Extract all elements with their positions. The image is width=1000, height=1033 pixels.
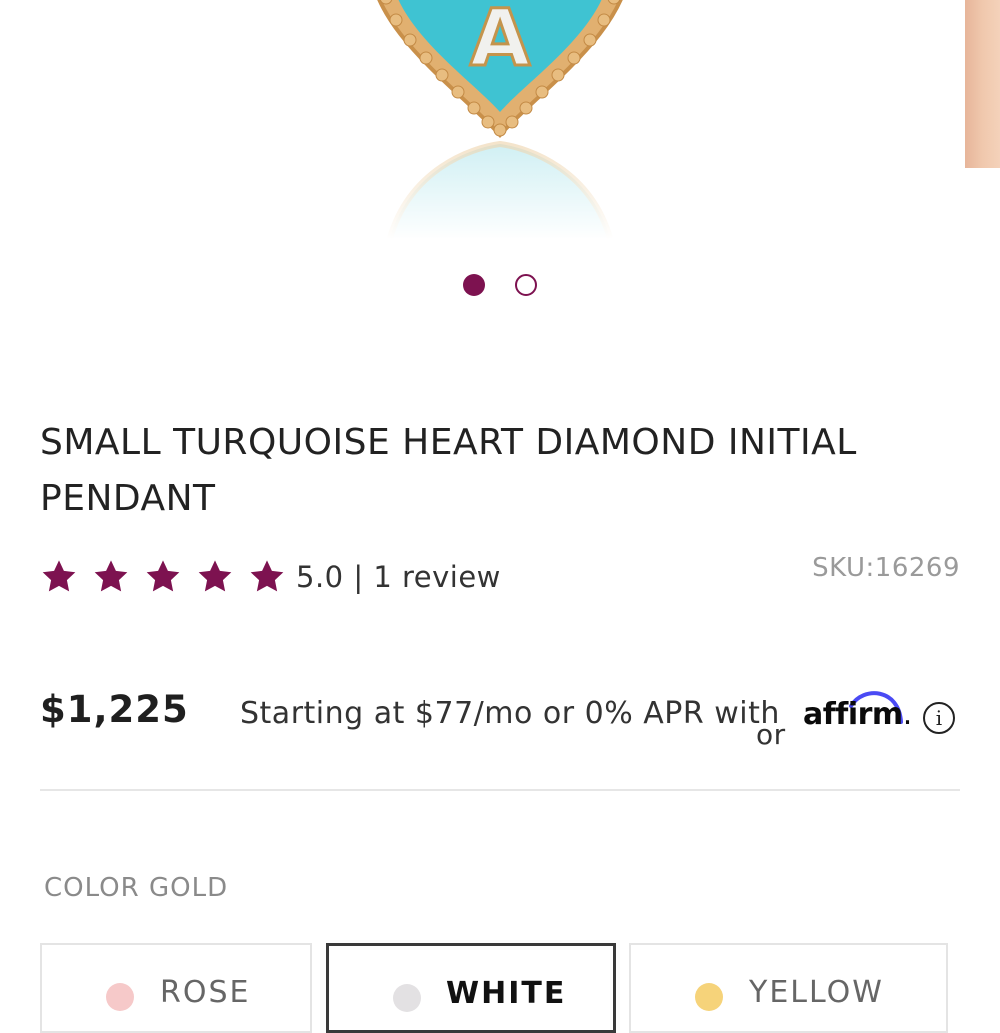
affirm-suffix: . (902, 697, 913, 732)
financing-message: Starting at $77/mo or 0% APR with or (240, 696, 785, 751)
star-icon (198, 560, 232, 592)
star-icon (146, 560, 180, 592)
rating-summary[interactable]: 5.0 | 1 review (296, 560, 501, 594)
color-label: COLOR GOLD (44, 873, 229, 903)
product-title-line-2: PENDANT (40, 478, 216, 519)
color-option-label: ROSE (160, 975, 251, 1010)
heart-pendant-image: A (370, 0, 630, 240)
color-option-label: WHITE (446, 976, 567, 1011)
gallery-dot-1-active[interactable] (463, 274, 485, 296)
affirm-wordmark: affirm. (803, 697, 912, 732)
financing-text: Starting at $77/mo or 0% APR with (240, 696, 780, 731)
gallery-dot-2[interactable] (515, 274, 537, 296)
color-option-yellow[interactable]: YELLOW (629, 943, 948, 1033)
product-price: $1,225 (40, 688, 189, 731)
color-option-label: YELLOW (749, 975, 884, 1010)
pendant-initial-letter: A (470, 0, 530, 84)
product-image-gallery[interactable]: A (0, 0, 1000, 240)
product-sku: SKU:16269 (812, 553, 960, 583)
financing-overflow-text: or (756, 718, 786, 751)
color-option-white-selected[interactable]: WHITE (326, 943, 616, 1033)
star-icon (94, 560, 128, 592)
next-gallery-image-preview[interactable] (965, 0, 1000, 168)
star-icon (42, 560, 76, 592)
affirm-logo[interactable]: affirm. (803, 688, 912, 736)
white-swatch-icon (393, 984, 421, 1012)
product-title: SMALL TURQUOISE HEART DIAMOND INITIAL PEN… (40, 415, 960, 527)
divider (40, 789, 960, 791)
gallery-pagination (0, 274, 1000, 300)
color-option-rose[interactable]: ROSE (40, 943, 312, 1033)
product-title-line-1: SMALL TURQUOISE HEART DIAMOND INITIAL (40, 422, 857, 463)
info-icon[interactable]: i (923, 702, 955, 734)
rose-swatch-icon (106, 983, 134, 1011)
affirm-provider: affirm (803, 697, 903, 732)
yellow-swatch-icon (695, 983, 723, 1011)
star-icon (250, 560, 284, 592)
product-rating[interactable]: 5.0 | 1 review (40, 555, 501, 599)
